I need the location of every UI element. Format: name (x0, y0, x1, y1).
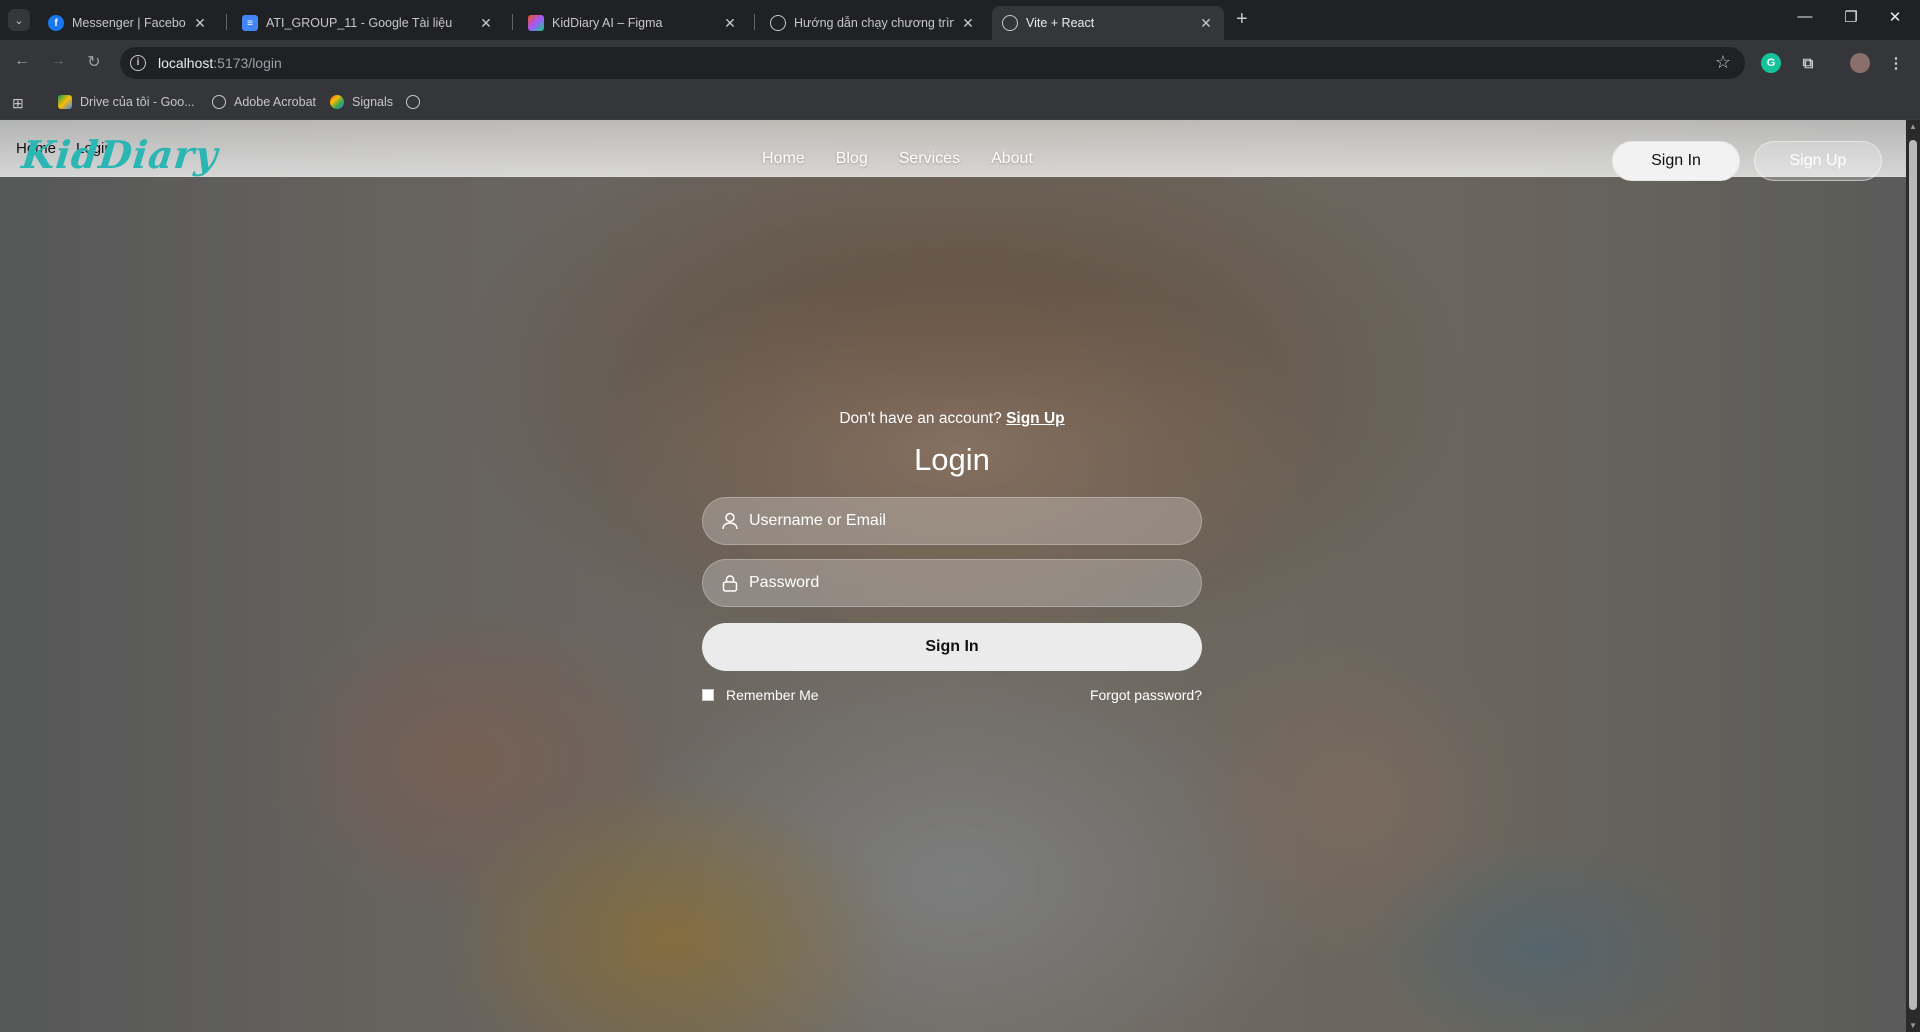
window-close-icon[interactable]: ✕ (1872, 8, 1918, 26)
forward-icon[interactable]: → (46, 52, 70, 70)
login-form: Don't have an account? Sign Up Login Sig… (702, 410, 1202, 703)
scroll-up-icon[interactable]: ▲ (1909, 122, 1917, 131)
tab-title: Hướng dẫn chạy chương trình (794, 16, 954, 30)
nav-home[interactable]: Home (762, 150, 805, 168)
bookmark-label: Drive của tôi - Goo... (80, 95, 195, 109)
tab-messenger[interactable]: f Messenger | Facebook ✕ (38, 6, 218, 40)
tab-strip: ⌄ f Messenger | Facebook ✕ ≡ ATI_GROUP_1… (0, 0, 1920, 40)
sign-in-button[interactable]: Sign In (702, 623, 1202, 671)
remember-me[interactable]: Remember Me (702, 687, 819, 703)
user-icon (722, 512, 738, 530)
tab-google-docs[interactable]: ≡ ATI_GROUP_11 - Google Tài liệu ✕ (232, 6, 504, 40)
password-field[interactable] (702, 559, 1202, 607)
tab-figma[interactable]: KidDiary AI – Figma ✕ (518, 6, 748, 40)
tab-title: KidDiary AI – Figma (552, 16, 663, 30)
bookmark-adobe-acrobat[interactable]: Adobe Acrobat (212, 95, 316, 109)
header-sign-up-button[interactable]: Sign Up (1754, 141, 1882, 181)
scrollbar-thumb[interactable] (1909, 140, 1917, 1010)
scroll-down-icon[interactable]: ▼ (1909, 1021, 1917, 1030)
page-scrollbar[interactable]: ▲ ▼ (1906, 120, 1920, 1032)
login-options: Remember Me Forgot password? (702, 687, 1202, 703)
tab-search-button[interactable]: ⌄ (8, 9, 30, 31)
bookmarks-bar: ⊞ Drive của tôi - Goo... Adobe Acrobat S… (0, 86, 1920, 120)
menu-icon[interactable]: ⋮ (1886, 53, 1906, 73)
url-text[interactable]: localhost:5173/login (158, 55, 282, 71)
tab-title: Vite + React (1026, 16, 1095, 30)
kiddiary-logo[interactable]: KidDiary (20, 132, 221, 177)
login-title: Login (914, 442, 990, 477)
restore-icon[interactable]: ❐ (1828, 8, 1874, 26)
google-drive-icon (58, 95, 72, 109)
openai-icon (770, 15, 786, 31)
bookmark-signals[interactable]: Signals (330, 95, 393, 109)
browser-toolbar: ← → ↻ i localhost:5173/login ☆ G ⧉ ⋮ (0, 40, 1920, 86)
bookmark-star-icon[interactable]: ☆ (1715, 52, 1731, 73)
close-icon[interactable]: ✕ (960, 15, 976, 32)
extensions-icon[interactable]: ⧉ (1798, 53, 1818, 73)
reload-icon[interactable]: ↻ (82, 52, 106, 72)
close-icon[interactable]: ✕ (478, 15, 494, 32)
nav-services[interactable]: Services (899, 150, 960, 168)
close-icon[interactable]: ✕ (722, 15, 738, 32)
bookmark-globe[interactable] (406, 95, 428, 109)
new-tab-button[interactable]: + (1236, 8, 1248, 31)
url-path: :5173/login (213, 55, 282, 71)
figma-icon (528, 15, 544, 31)
header-sign-in-button[interactable]: Sign In (1612, 141, 1740, 181)
close-icon[interactable]: ✕ (1198, 15, 1214, 32)
lock-icon (722, 575, 738, 592)
site-header: Home Login KidDiary Home Blog Services Ab… (0, 120, 1906, 181)
tab-chatgpt[interactable]: Hướng dẫn chạy chương trình ✕ (760, 6, 986, 40)
globe-icon (406, 95, 420, 109)
tab-title: Messenger | Facebook (72, 16, 186, 30)
signup-prompt-text: Don't have an account? (839, 410, 1002, 427)
main-nav: Home Blog Services About (762, 150, 1033, 168)
password-input[interactable] (749, 560, 1189, 606)
username-input[interactable] (749, 498, 1189, 544)
nav-about[interactable]: About (991, 150, 1033, 168)
signup-prompt: Don't have an account? Sign Up (702, 410, 1202, 428)
remember-me-checkbox[interactable] (702, 689, 714, 701)
signals-icon (330, 95, 344, 109)
signup-link[interactable]: Sign Up (1006, 410, 1065, 427)
forgot-password-link[interactable]: Forgot password? (1090, 687, 1202, 703)
tab-vite-react[interactable]: Vite + React ✕ (992, 6, 1224, 40)
globe-icon (212, 95, 226, 109)
back-icon[interactable]: ← (10, 52, 34, 70)
globe-icon (1002, 15, 1018, 31)
facebook-icon: f (48, 15, 64, 31)
google-docs-icon: ≡ (242, 15, 258, 31)
bookmark-drive[interactable]: Drive của tôi - Goo... (58, 95, 195, 109)
minimize-icon[interactable]: — (1782, 8, 1828, 25)
site-info-icon[interactable]: i (130, 55, 146, 71)
grammarly-icon[interactable]: G (1761, 53, 1781, 73)
address-bar[interactable]: i localhost:5173/login ☆ (120, 47, 1745, 79)
tab-title: ATI_GROUP_11 - Google Tài liệu (266, 16, 453, 30)
nav-blog[interactable]: Blog (836, 150, 868, 168)
profile-avatar[interactable] (1850, 53, 1870, 73)
username-field[interactable] (702, 497, 1202, 545)
close-icon[interactable]: ✕ (192, 15, 208, 32)
bookmark-label: Signals (352, 95, 393, 109)
tab-separator (226, 14, 227, 30)
bookmark-label: Adobe Acrobat (234, 95, 317, 109)
tab-separator (754, 14, 755, 30)
page-viewport: Home Login KidDiary Home Blog Services Ab… (0, 120, 1906, 1032)
apps-icon[interactable]: ⊞ (12, 95, 24, 112)
url-host: localhost (158, 55, 214, 71)
tab-separator (512, 14, 513, 30)
remember-me-label: Remember Me (726, 687, 819, 703)
